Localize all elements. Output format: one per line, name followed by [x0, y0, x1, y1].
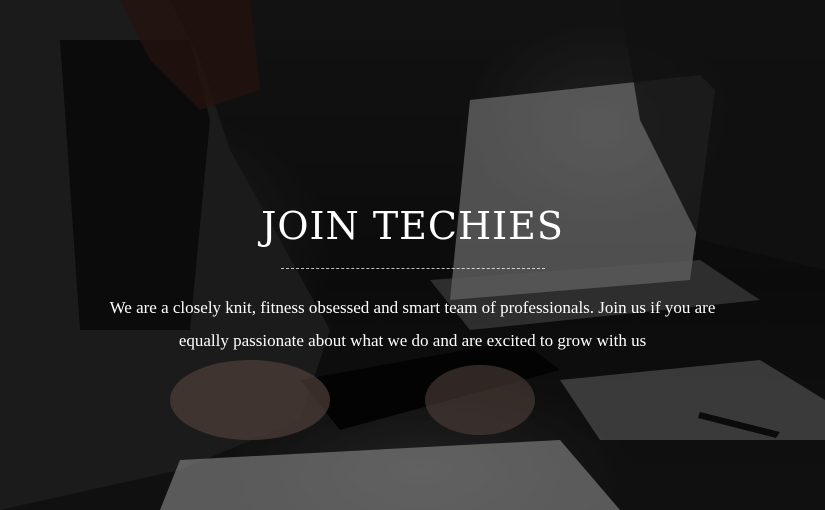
hero-content: JOIN TECHIES We are a closely knit, fitn… — [0, 200, 825, 357]
hero-description: We are a closely knit, fitness obsessed … — [109, 298, 716, 350]
page-title: JOIN TECHIES — [261, 204, 564, 248]
title-divider — [280, 268, 545, 269]
join-hero-section: JOIN TECHIES We are a closely knit, fitn… — [0, 0, 825, 510]
